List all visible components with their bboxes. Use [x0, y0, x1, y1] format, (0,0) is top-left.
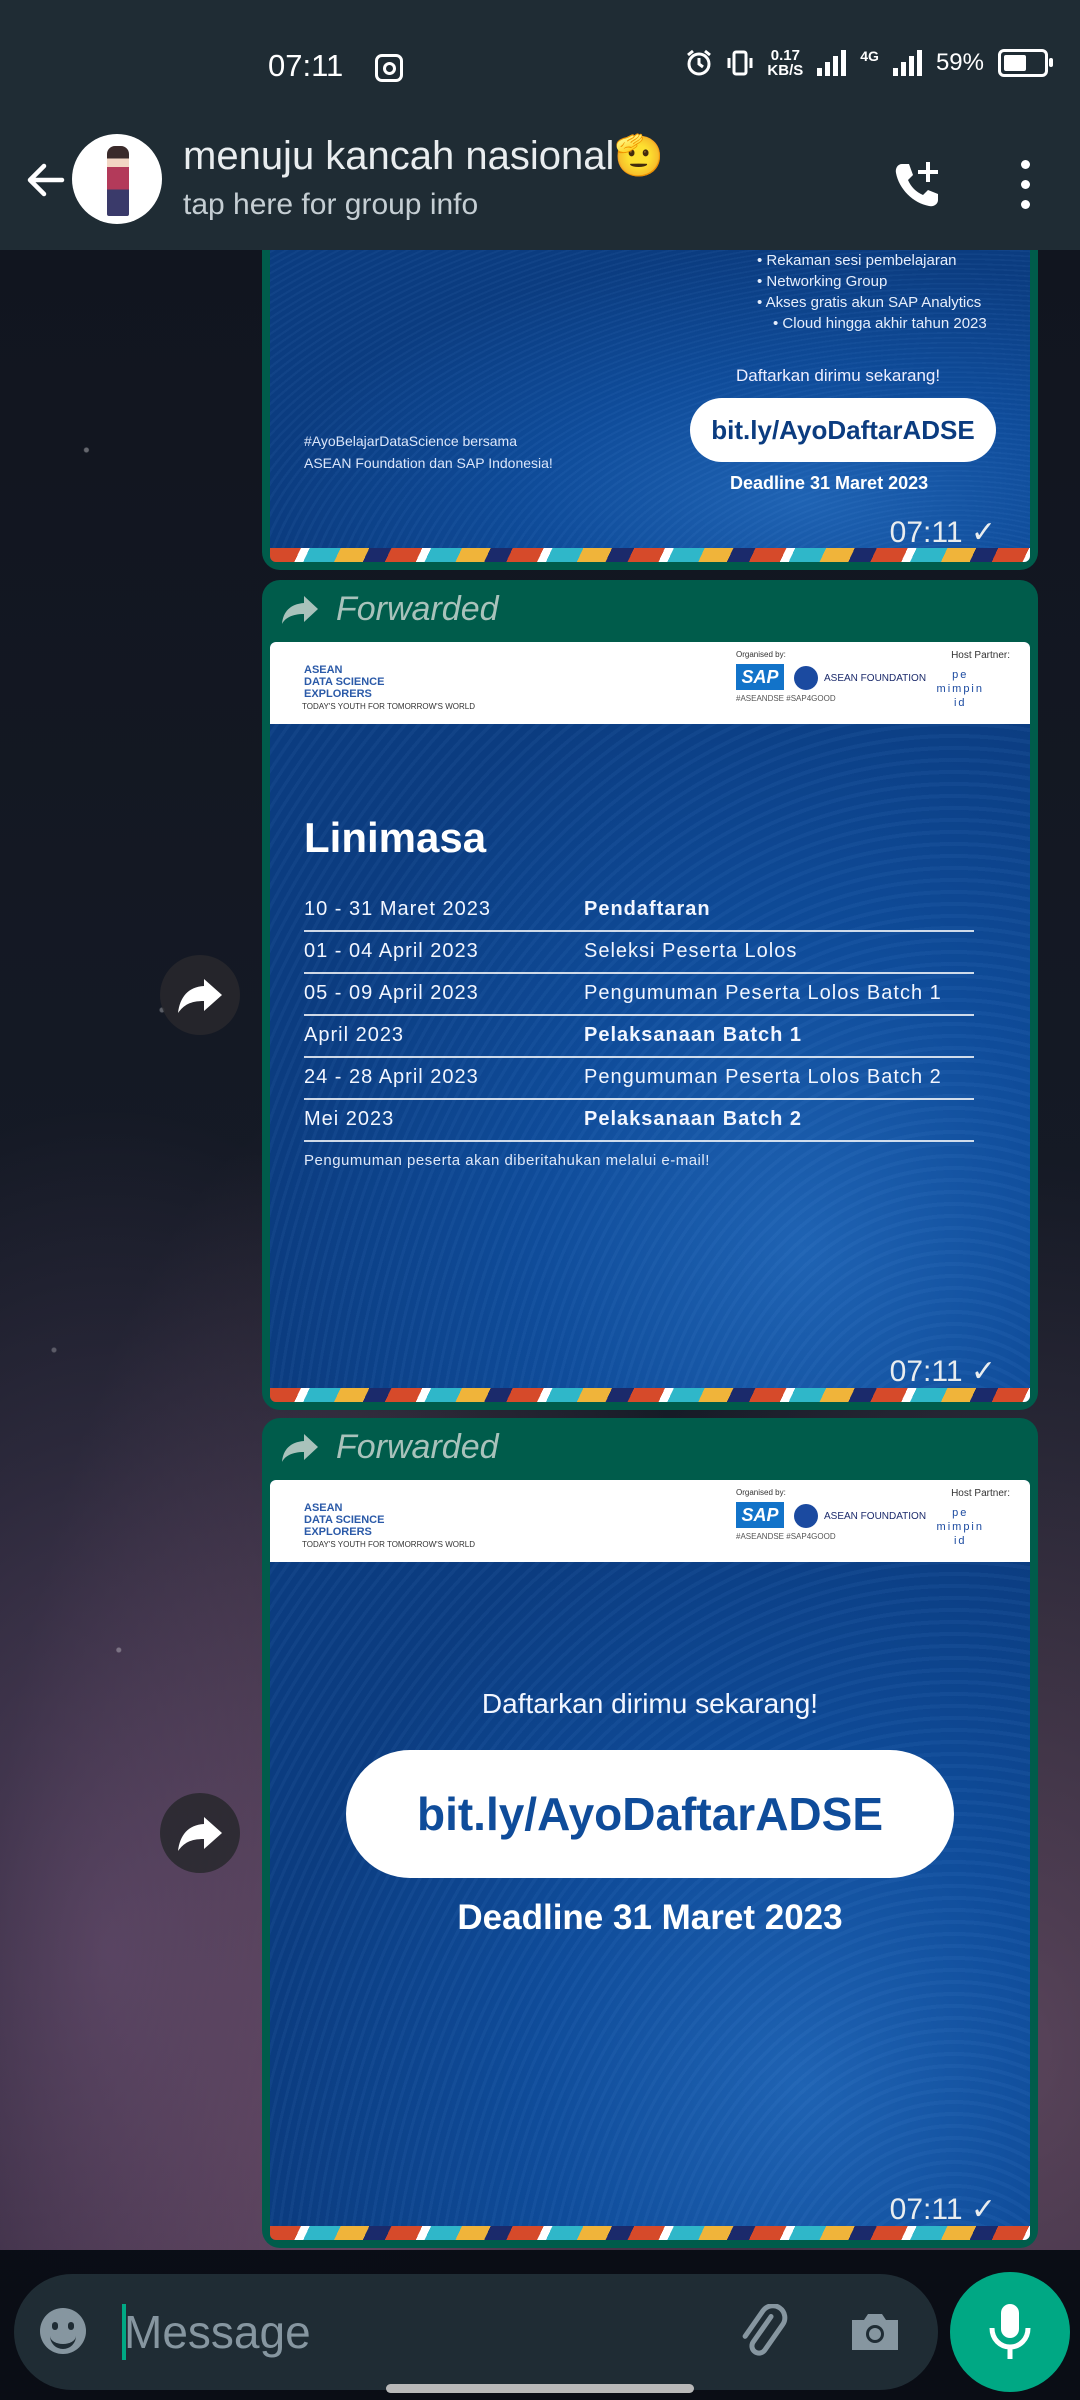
message-image-3[interactable]: ASEAN DATA SCIENCE EXPLORERS TODAY'S YOUTH…	[270, 1480, 1030, 2240]
pemimpin-logo: pe mimpin id	[936, 669, 984, 709]
alarm-icon	[687, 49, 712, 76]
status-icons: 0.17 KB/S 4G 59%	[685, 48, 1053, 78]
signal-icon-2	[892, 50, 922, 76]
battery-percent: 59%	[935, 49, 984, 76]
network-type: 4G	[860, 48, 879, 64]
timeline-note: Pengumuman peserta akan diberitahukan me…	[304, 1152, 710, 1169]
pemimpin-logo: pe mimpin id	[936, 1507, 984, 1547]
sent-check-icon: ✓	[970, 1355, 996, 1388]
message-image-1[interactable]: Rekaman sesi pembelajaran Networking Gro…	[270, 250, 1030, 562]
organised-by-label: Organised by:	[736, 1488, 786, 1497]
add-call-icon[interactable]	[888, 156, 948, 216]
net-speed-value: 0.17	[770, 47, 800, 64]
adse-tagline: TODAY'S YOUTH FOR TOMORROW'S WORLD	[302, 1540, 475, 1549]
org-hashtags: #ASEANDSE #SAP4GOOD	[736, 694, 836, 703]
avatar-person	[107, 146, 129, 216]
decorative-band	[270, 1388, 1030, 1402]
share-arrow-icon	[178, 979, 222, 1013]
message-time: 07:11 ✓	[889, 1355, 996, 1388]
slide-header-logos: ASEAN DATA SCIENCE EXPLORERS TODAY'S YOUTH…	[270, 642, 1030, 724]
forwarded-label: Forwarded	[280, 1428, 499, 1467]
slide-cta: Daftarkan dirimu sekarang!	[736, 366, 941, 385]
asean-foundation-emblem-icon	[794, 666, 818, 690]
overflow-menu-icon[interactable]	[1010, 158, 1040, 214]
chat-header[interactable]: menuju kancah nasional🫡 tap here for gro…	[0, 120, 1080, 250]
organised-by-label: Organised by:	[736, 650, 786, 659]
forward-arrow-icon	[282, 1433, 318, 1462]
emoji-icon[interactable]	[40, 2308, 86, 2354]
adse-tagline: TODAY'S YOUTH FOR TOMORROW'S WORLD	[302, 702, 475, 711]
host-partner-label: Host Partner:	[951, 1488, 1010, 1499]
hashtag-line: ASEAN Foundation dan SAP Indonesia!	[304, 455, 553, 471]
forward-share-button[interactable]	[160, 955, 240, 1035]
message-image-2[interactable]: ASEAN DATA SCIENCE EXPLORERS TODAY'S YOUTH…	[270, 642, 1030, 1402]
benefit-item: Networking Group	[757, 271, 987, 292]
message-bubble-1[interactable]: Rekaman sesi pembelajaran Networking Gro…	[262, 250, 1038, 570]
asean-foundation-logo: ASEAN FOUNDATION	[794, 1504, 926, 1528]
timeline-row: 24 - 28 April 2023 Pengumuman Peserta Lol…	[304, 1058, 974, 1100]
net-speed-unit: KB/S	[767, 62, 804, 79]
register-link-pill: bit.ly/AyoDaftarADSE	[346, 1750, 954, 1878]
home-indicator[interactable]	[386, 2384, 694, 2393]
group-info-hint[interactable]: tap here for group info	[183, 188, 478, 222]
text-cursor	[122, 2304, 126, 2360]
share-arrow-icon	[178, 1817, 222, 1851]
decorative-band	[270, 548, 1030, 562]
register-link-pill: bit.ly/AyoDaftarADSE	[690, 398, 996, 462]
forward-arrow-icon	[282, 595, 318, 624]
sap-logo: SAP	[736, 664, 784, 690]
message-input[interactable]	[122, 2300, 686, 2364]
forwarded-label: Forwarded	[280, 590, 499, 629]
attach-icon[interactable]	[734, 2304, 794, 2364]
slide-hashtag: #AyoBelajarDataScience bersama ASEAN Fou…	[304, 430, 553, 474]
org-hashtags: #ASEANDSE #SAP4GOOD	[736, 1532, 836, 1541]
signal-icon	[817, 50, 847, 76]
timeline-row: 10 - 31 Maret 2023 Pendaftaran	[304, 890, 974, 932]
deadline-text: Deadline 31 Maret 2023	[457, 1898, 843, 1937]
sent-check-icon: ✓	[970, 2193, 996, 2226]
benefit-item: Rekaman sesi pembelajaran	[757, 250, 987, 271]
sap-logo: SAP	[736, 1502, 784, 1528]
timeline-table: 10 - 31 Maret 2023 Pendaftaran 01 - 04 Ap…	[304, 890, 974, 1142]
host-partner-label: Host Partner:	[951, 650, 1010, 661]
deadline-text: Deadline 31 Maret 2023	[730, 473, 929, 493]
asean-foundation-emblem-icon	[794, 1504, 818, 1528]
slide-cta: Daftarkan dirimu sekarang!	[481, 1688, 819, 1719]
asean-foundation-logo: ASEAN FOUNDATION	[794, 666, 926, 690]
message-composer	[14, 2274, 938, 2390]
message-time: 07:11 ✓	[889, 2193, 996, 2226]
timeline-row: 05 - 09 April 2023 Pengumuman Peserta Lol…	[304, 974, 974, 1016]
adse-logo: ASEAN DATA SCIENCE EXPLORERS	[304, 664, 385, 700]
timeline-row: Mei 2023 Pelaksanaan Batch 2	[304, 1100, 974, 1142]
timeline-row: April 2023 Pelaksanaan Batch 1	[304, 1016, 974, 1058]
benefit-item: Cloud hingga akhir tahun 2023	[757, 313, 986, 334]
net-speed: 0.17 KB/S	[767, 48, 803, 78]
slide-header-logos: ASEAN DATA SCIENCE EXPLORERS TODAY'S YOUTH…	[270, 1480, 1030, 1562]
status-time: 07:11	[268, 48, 344, 83]
benefit-list: Rekaman sesi pembelajaran Networking Gro…	[757, 250, 987, 334]
timeline-row: 01 - 04 April 2023 Seleksi Peserta Lolos	[304, 932, 974, 974]
message-time: 07:11 ✓	[889, 516, 996, 549]
sent-check-icon: ✓	[970, 516, 996, 549]
battery-icon	[998, 49, 1053, 77]
microphone-icon	[989, 2304, 1031, 2359]
hashtag-line: #AyoBelajarDataScience bersama	[304, 433, 517, 449]
group-avatar[interactable]	[72, 134, 162, 224]
adse-logo: ASEAN DATA SCIENCE EXPLORERS	[304, 1502, 385, 1538]
status-bar: 07:11 0.17 KB/S 4G 59%	[0, 0, 1080, 120]
forward-share-button[interactable]	[160, 1793, 240, 1873]
instagram-icon	[375, 54, 403, 82]
vibrate-icon	[727, 50, 753, 76]
decorative-band	[270, 2226, 1030, 2240]
message-bubble-2[interactable]: Forwarded ASEAN DATA SCIENCE EXPLORERS TOD…	[262, 580, 1038, 1410]
timeline-title: Linimasa	[304, 814, 487, 861]
group-title[interactable]: menuju kancah nasional🫡	[183, 132, 664, 179]
voice-record-button[interactable]	[950, 2272, 1070, 2392]
camera-icon[interactable]	[848, 2312, 902, 2352]
back-arrow-icon[interactable]	[18, 152, 74, 208]
message-bubble-3[interactable]: Forwarded ASEAN DATA SCIENCE EXPLORERS TOD…	[262, 1418, 1038, 2248]
benefit-item: Akses gratis akun SAP Analytics	[757, 292, 987, 313]
